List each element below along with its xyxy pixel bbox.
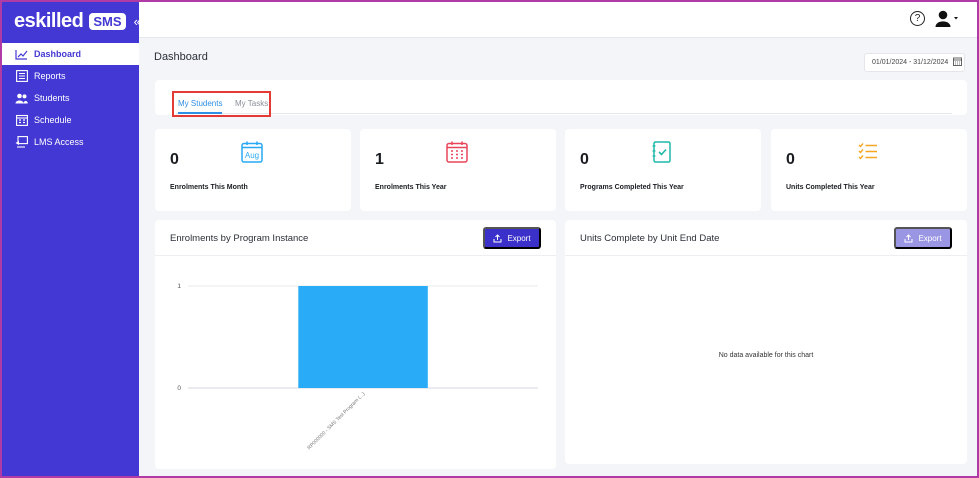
tab-my-tasks[interactable]: My Tasks xyxy=(235,99,268,108)
stat-value: 0 xyxy=(786,151,795,168)
page-title: Dashboard xyxy=(154,51,208,63)
tabs-card: My Students My Tasks xyxy=(155,80,967,117)
top-bar: ? xyxy=(139,2,977,38)
stat-card-enrolments-month: 0 Enrolments This Month Aug xyxy=(155,129,351,211)
export-label: Export xyxy=(507,233,531,243)
sidebar-item-schedule[interactable]: Schedule xyxy=(2,109,139,131)
stat-value: 1 xyxy=(375,151,384,168)
task-list-icon xyxy=(857,141,879,163)
user-menu-icon[interactable] xyxy=(935,9,959,29)
students-icon xyxy=(15,92,28,105)
stat-card-enrolments-year: 1 Enrolments This Year xyxy=(360,129,556,211)
sidebar-item-dashboard[interactable]: Dashboard xyxy=(2,43,139,65)
reports-icon xyxy=(15,70,28,83)
export-icon xyxy=(904,233,913,242)
calendar-icon[interactable] xyxy=(953,57,963,68)
sidebar-item-reports[interactable]: Reports xyxy=(2,65,139,87)
y-tick-label-min: 0 xyxy=(177,385,181,392)
tabs-divider xyxy=(176,113,952,114)
logo-badge: SMS xyxy=(89,12,126,30)
enrolments-bar-chart: 1 0 RP000000 - SMS Test Program (...) xyxy=(177,283,538,451)
date-range-picker[interactable]: 01/01/2024 - 31/12/2024 xyxy=(864,53,965,72)
bar[interactable] xyxy=(298,286,428,388)
calendar-aug-text: Aug xyxy=(245,151,259,160)
brand-logo[interactable]: eskilled SMS « xyxy=(14,8,141,34)
stat-label: Enrolments This Month xyxy=(170,184,248,191)
export-icon xyxy=(493,233,502,242)
date-range-value: 01/01/2024 - 31/12/2024 xyxy=(872,59,949,66)
sidebar: eskilled SMS « Dashboard Reports Student… xyxy=(2,2,141,476)
units-chart-card: Units Complete by Unit End Date Export N… xyxy=(565,220,967,464)
export-button[interactable]: Export xyxy=(894,227,952,249)
lms-access-icon xyxy=(15,136,28,149)
calendar-aug-icon: Aug xyxy=(241,141,263,163)
sidebar-item-label: Schedule xyxy=(34,115,72,125)
y-tick-label-max: 1 xyxy=(177,283,181,290)
sidebar-item-students[interactable]: Students xyxy=(2,87,139,109)
line-chart-icon xyxy=(15,48,28,61)
tab-my-students[interactable]: My Students xyxy=(178,99,223,114)
card-title: Units Complete by Unit End Date xyxy=(580,233,720,244)
sidebar-item-label: LMS Access xyxy=(34,137,84,147)
export-button[interactable]: Export xyxy=(483,227,541,249)
stat-label: Units Completed This Year xyxy=(786,184,875,191)
stat-label: Programs Completed This Year xyxy=(580,184,684,191)
stat-card-units-completed: 0 Units Completed This Year xyxy=(771,129,967,211)
help-icon[interactable]: ? xyxy=(910,11,925,26)
calendar-grid-icon xyxy=(446,141,468,163)
enrolments-chart-card: Enrolments by Program Instance Export 1 … xyxy=(155,220,556,469)
card-title: Enrolments by Program Instance xyxy=(170,233,309,244)
card-divider xyxy=(565,255,967,256)
logo-text: eskilled xyxy=(14,9,84,32)
sidebar-item-label: Reports xyxy=(34,71,66,81)
sidebar-item-lms-access[interactable]: LMS Access xyxy=(2,131,139,153)
stat-label: Enrolments This Year xyxy=(375,184,447,191)
stat-value: 0 xyxy=(170,151,179,168)
export-label: Export xyxy=(918,233,942,243)
checklist-notebook-icon xyxy=(651,141,673,163)
sidebar-item-label: Dashboard xyxy=(34,49,82,59)
stat-value: 0 xyxy=(580,151,589,168)
sidebar-nav: Dashboard Reports Students Schedule LMS … xyxy=(2,43,139,153)
sidebar-item-label: Students xyxy=(34,93,70,103)
no-data-message: No data available for this chart xyxy=(718,352,814,359)
x-tick-label: RP000000 - SMS Test Program (...) xyxy=(306,391,366,451)
stat-card-programs-completed: 0 Programs Completed This Year xyxy=(565,129,761,211)
app-frame: eskilled SMS « Dashboard Reports Student… xyxy=(0,0,979,478)
schedule-icon xyxy=(15,114,28,127)
